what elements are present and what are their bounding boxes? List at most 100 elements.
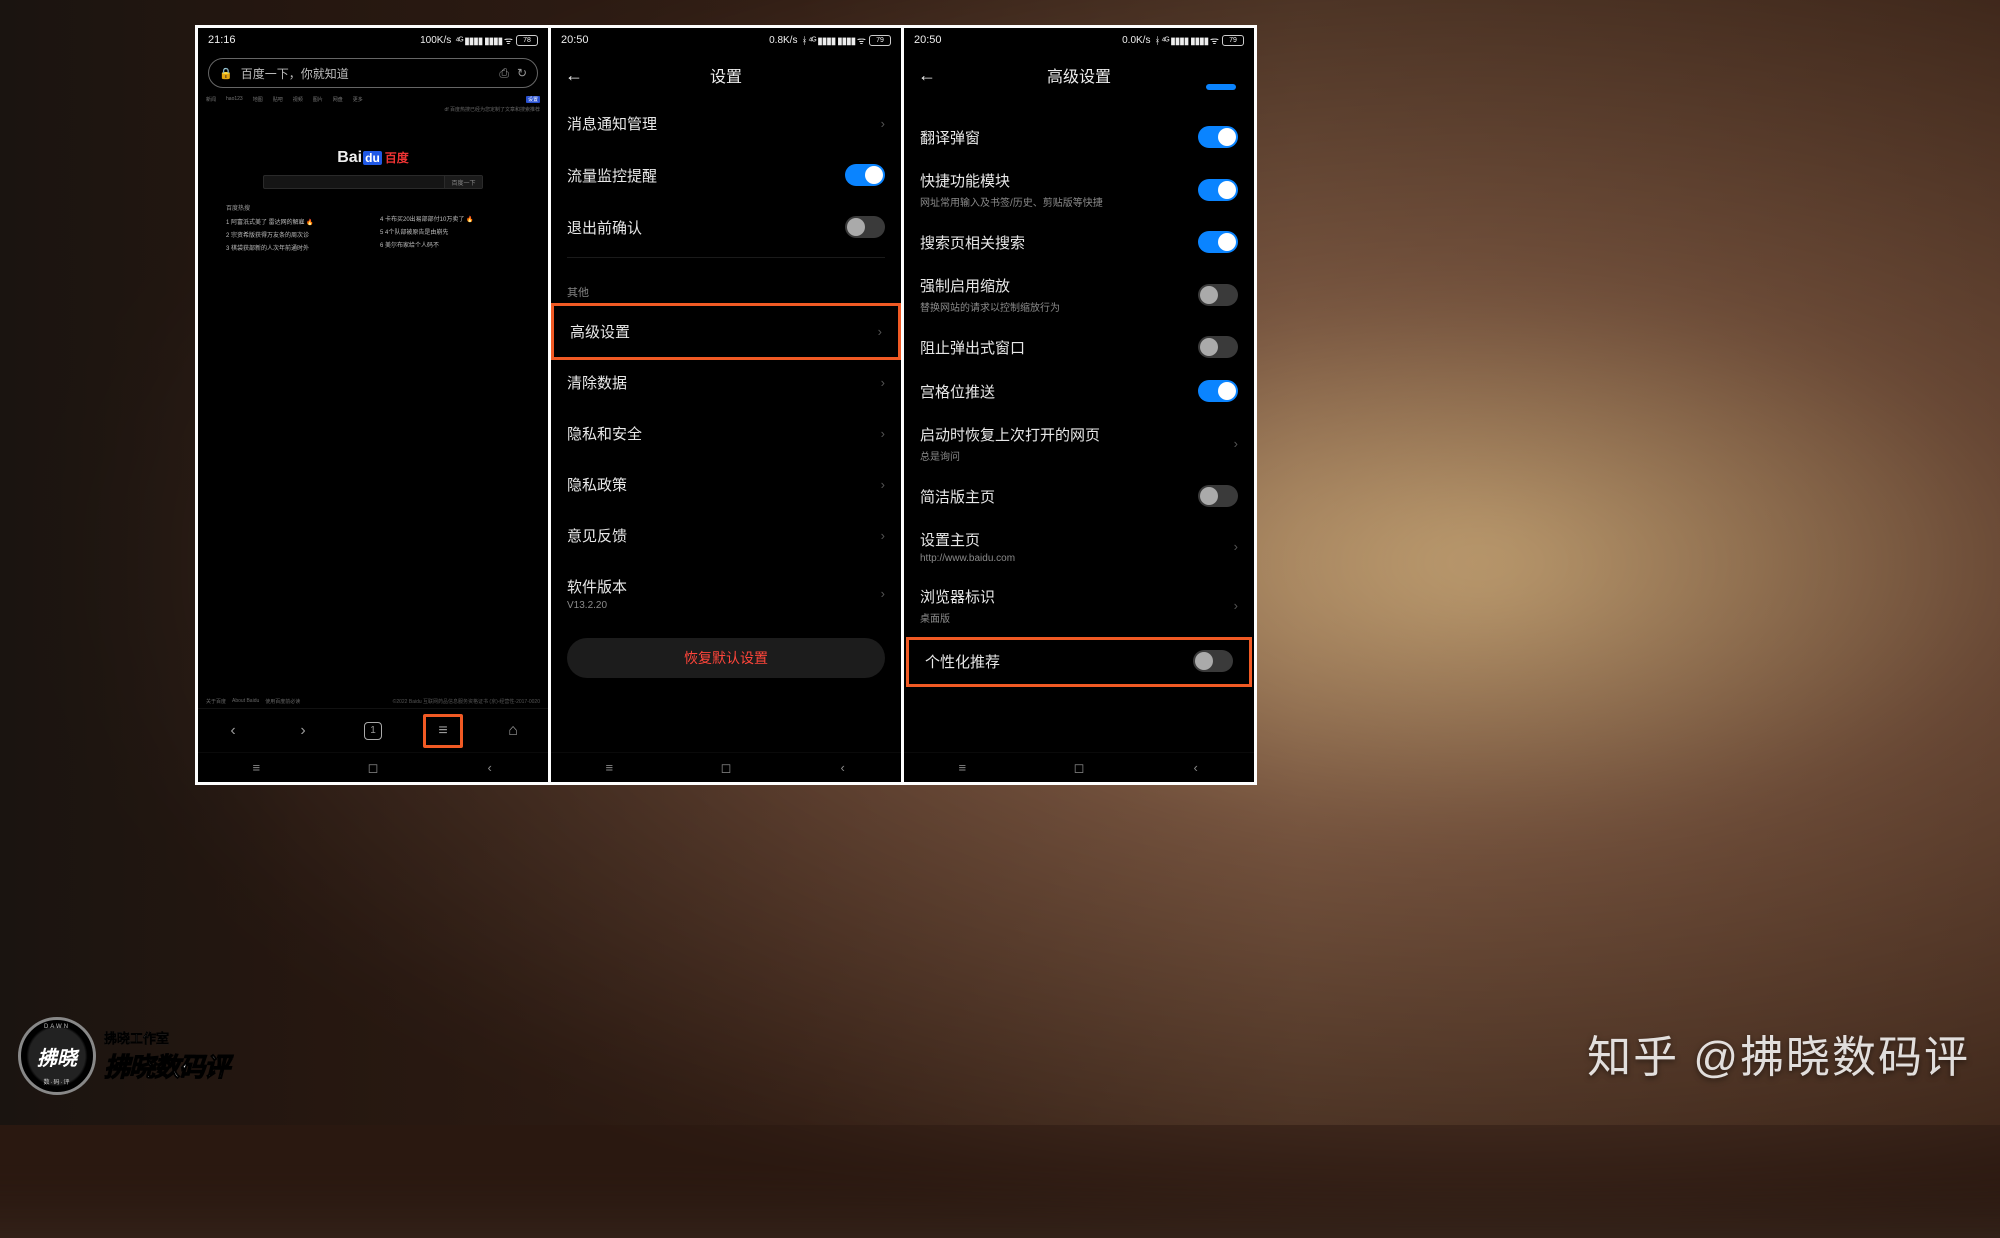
hot-item[interactable]: 3 棋袋获部新的人次年前通时外 bbox=[226, 243, 366, 252]
row-label: 搜索页相关搜索 bbox=[920, 232, 1188, 253]
settings-row[interactable]: 隐私政策 › bbox=[551, 459, 901, 510]
settings-row[interactable]: 意见反馈› bbox=[551, 510, 901, 561]
back-arrow-icon[interactable]: ← bbox=[565, 65, 583, 86]
row-label: 个性化推荐 bbox=[925, 651, 1183, 672]
settings-row[interactable]: 强制启用缩放替换网站的请求以控制缩放行为 bbox=[904, 265, 1254, 326]
back-nav-icon[interactable]: ‹ bbox=[481, 760, 499, 775]
row-sublabel: 替换网站的请求以控制缩放行为 bbox=[920, 299, 1188, 314]
toggle-switch[interactable] bbox=[1193, 650, 1233, 672]
search-button[interactable]: 百度一下 bbox=[444, 176, 482, 188]
badge-line2: 拂晓数码评 bbox=[104, 1047, 229, 1084]
page-title: 高级设置 bbox=[1047, 63, 1111, 87]
chevron-right-icon: › bbox=[881, 586, 885, 601]
badge-logo: DAWN 拂晓 数·码·评 bbox=[18, 1017, 96, 1095]
home-nav-icon[interactable]: ◻ bbox=[1070, 760, 1088, 776]
hot-item[interactable]: 4 卡布买20出易部部付10万卖了 🔥 bbox=[380, 214, 520, 223]
top-note: df 百度热搜已经为您定制了文章和搜索推荐 bbox=[198, 105, 548, 119]
row-label: 宫格位推送 bbox=[920, 381, 1188, 402]
hot-item[interactable]: 1 阿富汦式美了 雷达网的解雇 🔥 bbox=[226, 217, 366, 226]
toggle-switch[interactable] bbox=[845, 216, 885, 238]
phone-settings: 20:50 0.8K/s ᚼ ⁴ᴳ ▮▮▮▮ ▮▮▮▮ ᯤ 79 ← 设置 消息… bbox=[551, 28, 901, 782]
row-label: 软件版本 bbox=[567, 576, 871, 597]
row-label: 简洁版主页 bbox=[920, 486, 1188, 507]
back-icon[interactable]: ‹ bbox=[213, 722, 253, 740]
chevron-right-icon: › bbox=[881, 528, 885, 543]
back-nav-icon[interactable]: ‹ bbox=[834, 760, 852, 775]
status-time: 20:50 bbox=[561, 34, 589, 46]
search-box[interactable]: 百度一下 bbox=[263, 175, 483, 189]
recents-icon[interactable]: ≡ bbox=[247, 760, 265, 775]
settings-row[interactable]: 设置主页http://www.baidu.com› bbox=[904, 519, 1254, 576]
settings-row[interactable]: 搜索页相关搜索 bbox=[904, 221, 1254, 265]
hot-item[interactable]: 6 美尔布家给个人码不 bbox=[380, 240, 520, 249]
chevron-right-icon: › bbox=[1234, 539, 1238, 554]
toggle-switch[interactable] bbox=[1198, 485, 1238, 507]
chevron-right-icon: › bbox=[881, 477, 885, 492]
address-text: 百度一下，你就知道 bbox=[241, 65, 492, 82]
settings-row[interactable]: 简洁版主页 bbox=[904, 475, 1254, 519]
row-label: 启动时恢复上次打开的网页 bbox=[920, 424, 1224, 445]
tabs-button[interactable]: 1 bbox=[353, 722, 393, 740]
row-label: 快捷功能模块 bbox=[920, 170, 1188, 191]
row-label: 清除数据 bbox=[567, 372, 871, 393]
refresh-icon[interactable]: ↻ bbox=[517, 66, 527, 80]
recents-icon[interactable]: ≡ bbox=[600, 760, 618, 775]
chevron-right-icon: › bbox=[1234, 436, 1238, 451]
menu-button[interactable]: ≡ bbox=[423, 714, 463, 748]
settings-row[interactable]: 清除数据› bbox=[551, 357, 901, 408]
settings-row[interactable]: 个性化推荐 bbox=[906, 637, 1252, 687]
back-nav-icon[interactable]: ‹ bbox=[1187, 760, 1205, 775]
row-label: 强制启用缩放 bbox=[920, 275, 1188, 296]
settings-row[interactable]: 高级设置› bbox=[551, 303, 901, 360]
row-label: 流量监控提醒 bbox=[567, 165, 835, 186]
toggle-switch[interactable] bbox=[1198, 380, 1238, 402]
settings-row[interactable]: 退出前确认 bbox=[551, 201, 901, 253]
settings-row[interactable]: 阻止弹出式窗口 bbox=[904, 326, 1254, 370]
settings-row[interactable]: 浏览器标识桌面版› bbox=[904, 576, 1254, 637]
title-bar: ← 设置 bbox=[551, 52, 901, 98]
status-bar: 20:50 0.0K/s ᚼ ⁴ᴳ ▮▮▮▮ ▮▮▮▮ ᯤ 79 bbox=[904, 28, 1254, 52]
settings-row[interactable]: 启动时恢复上次打开的网页总是询问 › bbox=[904, 414, 1254, 475]
chevron-right-icon: › bbox=[881, 426, 885, 441]
address-bar[interactable]: 🔒 百度一下，你就知道 ⎙ ↻ bbox=[208, 58, 538, 88]
section-label: 其他 bbox=[551, 262, 901, 306]
settings-list: 消息通知管理›流量监控提醒退出前确认其他高级设置›清除数据›隐私和安全›隐私政策… bbox=[551, 98, 901, 752]
home-icon[interactable]: ⌂ bbox=[493, 722, 533, 740]
baidu-hero: Baidu百度 百度一下 bbox=[198, 119, 548, 195]
forward-icon[interactable]: › bbox=[283, 722, 323, 740]
home-nav-icon[interactable]: ◻ bbox=[364, 760, 382, 776]
settings-row[interactable]: 流量监控提醒 bbox=[551, 149, 901, 201]
toggle-switch[interactable] bbox=[1198, 336, 1238, 358]
toggle-switch[interactable] bbox=[845, 164, 885, 186]
settings-row[interactable]: 隐私和安全› bbox=[551, 408, 901, 459]
row-label: 翻译弹窗 bbox=[920, 127, 1188, 148]
settings-row[interactable]: 软件版本 V13.2.20 › bbox=[551, 561, 901, 626]
settings-row[interactable]: 消息通知管理› bbox=[551, 98, 901, 149]
toggle-switch[interactable] bbox=[1198, 126, 1238, 148]
home-nav-icon[interactable]: ◻ bbox=[717, 760, 735, 776]
partial-toggle[interactable] bbox=[1206, 84, 1236, 90]
hot-item[interactable]: 5 4个队部被原告是由崩先 bbox=[380, 227, 520, 236]
recents-icon[interactable]: ≡ bbox=[953, 760, 971, 775]
zhihu-watermark: 知乎 @拂晓数码评 bbox=[1587, 1021, 1970, 1085]
baidu-footer: 关于百度 About Baidu 使用百度前必读 ©2022 Baidu 互联网… bbox=[198, 695, 548, 708]
row-sublabel: V13.2.20 bbox=[567, 600, 871, 611]
reader-icon[interactable]: ⎙ bbox=[499, 66, 509, 81]
back-arrow-icon[interactable]: ← bbox=[918, 65, 936, 86]
row-label: 隐私政策 bbox=[567, 474, 871, 495]
browser-toolbar: ‹ › 1 ≡ ⌂ bbox=[198, 708, 548, 752]
settings-row[interactable]: 快捷功能模块网址常用输入及书签/历史、剪贴版等快捷 bbox=[904, 160, 1254, 221]
lock-icon: 🔒 bbox=[219, 67, 233, 80]
status-time: 21:16 bbox=[208, 34, 236, 46]
row-sublabel: 总是询问 bbox=[920, 448, 1224, 463]
toggle-switch[interactable] bbox=[1198, 284, 1238, 306]
signal-icon: ᚼ ⁴ᴳ ▮▮▮▮ ▮▮▮▮ ᯤ bbox=[801, 33, 865, 47]
chevron-right-icon: › bbox=[1234, 598, 1238, 613]
reset-button[interactable]: 恢复默认设置 bbox=[567, 638, 885, 678]
advanced-settings-list: 翻译弹窗快捷功能模块网址常用输入及书签/历史、剪贴版等快捷搜索页相关搜索强制启用… bbox=[904, 98, 1254, 752]
toggle-switch[interactable] bbox=[1198, 231, 1238, 253]
settings-row[interactable]: 宫格位推送 bbox=[904, 370, 1254, 414]
settings-row[interactable]: 翻译弹窗 bbox=[904, 116, 1254, 160]
hot-item[interactable]: 2 宗资希版获得万友条的周次诊 bbox=[226, 230, 366, 239]
toggle-switch[interactable] bbox=[1198, 179, 1238, 201]
